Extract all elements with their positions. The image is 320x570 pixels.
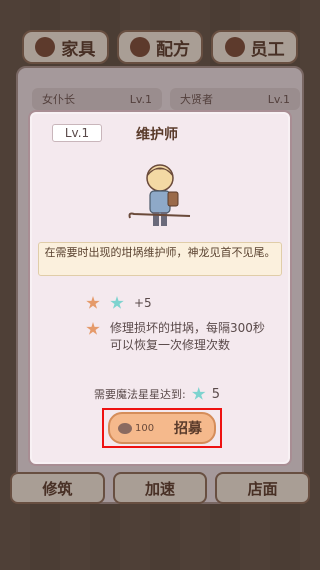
cost-value: 100 — [135, 422, 155, 434]
highlight-box: 100 招募 — [102, 408, 222, 448]
teal-star-icon — [191, 387, 206, 400]
requirement-value: 5 — [211, 386, 220, 402]
recruit-button[interactable]: 100 招募 — [108, 412, 216, 444]
cost: 100 — [118, 422, 155, 434]
character-portrait — [128, 164, 191, 226]
orange-star-icon — [86, 296, 100, 309]
teal-star-icon — [110, 296, 124, 309]
bonus-row: +5 — [86, 296, 152, 310]
bonus-value: +5 — [134, 296, 152, 310]
coin-icon — [118, 422, 132, 434]
orange-star-icon — [86, 322, 100, 335]
effect-text: 修理损坏的坩埚，每隔300秒可以恢复一次修理次数 — [110, 321, 265, 352]
description-box: 在需要时出现的坩埚维护师，神龙见首不见尾。 — [38, 242, 282, 276]
requirement-row: 需要魔法星星达到: 5 — [94, 386, 220, 402]
staff-detail-modal: Lv.1 维护师 在需要时出现的坩埚维护师，神龙见首不见尾。 +5 修理损坏的坩… — [28, 110, 292, 466]
effect-row: 修理损坏的坩埚，每隔300秒可以恢复一次修理次数 — [86, 320, 282, 354]
staff-name: 维护师 — [136, 127, 178, 143]
level-badge: Lv.1 — [52, 124, 102, 142]
requirement-text: 需要魔法星星达到: — [94, 388, 186, 401]
recruit-label: 招募 — [174, 421, 202, 437]
